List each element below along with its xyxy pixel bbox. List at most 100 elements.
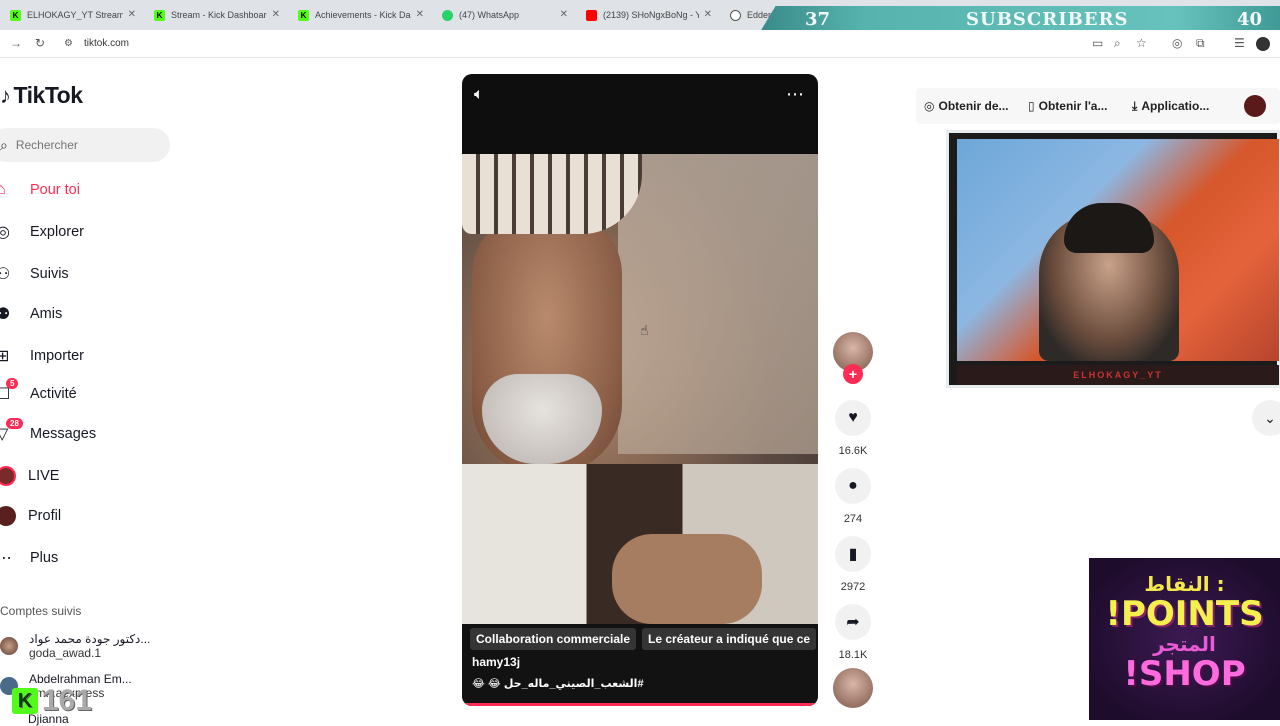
webcam-caption: ELHOKAGY_YT (957, 365, 1279, 385)
video-caption[interactable]: #الشعب_الصيني_ماله_حل 😂 😂 (472, 677, 644, 690)
profile-icon (0, 506, 16, 526)
forward-icon[interactable]: → (10, 36, 22, 50)
nav-suivis[interactable]: ⚇ Suivis (0, 256, 190, 292)
comment-button[interactable]: ● 274 (832, 468, 874, 525)
tab-whatsapp[interactable]: (47) WhatsApp ✕ (432, 2, 576, 28)
creator-disclosure-tag[interactable]: Le créateur a indiqué que ce (642, 628, 817, 650)
nav-importer[interactable]: ⊞ Importer (0, 338, 190, 374)
nav-activite[interactable]: ☐ 5 Activité (0, 376, 190, 412)
shop-arabic-label: المتجر (1153, 632, 1216, 656)
whatsapp-icon (442, 9, 453, 21)
nav-pour-toi[interactable]: ⌂ Pour toi (0, 172, 190, 208)
close-icon[interactable]: ✕ (704, 9, 712, 20)
search-icon[interactable]: ⌕ (0, 137, 8, 154)
close-icon[interactable]: ✕ (560, 9, 568, 20)
avatar (0, 637, 18, 655)
zoom-icon[interactable]: ⌕ (1114, 36, 1121, 51)
download-icon: ⤓ (1132, 98, 1138, 113)
more-options-icon[interactable]: ⋯ (786, 84, 804, 105)
follow-plus-icon[interactable]: + (843, 364, 863, 384)
comment-count: 274 (843, 513, 863, 525)
bookmark-star-icon[interactable]: ☆ (1136, 36, 1147, 50)
video-subject-headwear (462, 154, 642, 234)
profile-avatar-icon[interactable] (1256, 37, 1270, 51)
video-progress-bar[interactable] (462, 703, 818, 706)
search-box[interactable]: ⌕ (0, 128, 170, 162)
share-button[interactable]: ➦ 18.1K (832, 604, 874, 661)
share-count: 18.1K (838, 649, 868, 661)
get-app-button[interactable]: ▯ Obtenir l'a... (1028, 99, 1107, 113)
tab-youtube[interactable]: (2139) SHoNgxBoNg - Yo ✕ (576, 2, 720, 28)
tiktok-note-icon: ♪ (0, 82, 11, 108)
kick-icon: K (12, 688, 38, 714)
subscribers-label: SUBSCRIBERS (966, 8, 1129, 30)
comment-icon[interactable]: ● (835, 468, 871, 504)
tab-title: (47) WhatsApp (459, 10, 520, 20)
kick-count: 161 (42, 684, 93, 717)
live-icon (0, 466, 16, 486)
save-button[interactable]: ▮ 2972 (832, 536, 874, 593)
commercial-tag[interactable]: Collaboration commerciale (470, 628, 637, 650)
globe-icon (730, 9, 741, 21)
chevron-down-icon[interactable]: ⌄ (1252, 400, 1280, 436)
extensions-icon[interactable]: ⧉ (1196, 36, 1205, 51)
video-author[interactable]: hamy13j (472, 655, 520, 669)
tiktok-logo[interactable]: ♪ TikTok (0, 82, 83, 109)
profile-avatar[interactable] (1244, 95, 1266, 117)
youtube-icon (586, 9, 597, 21)
nav-explorer[interactable]: ◎ Explorer (0, 214, 190, 250)
reload-icon[interactable]: ↻ (35, 36, 45, 50)
search-input[interactable] (15, 138, 156, 152)
menu-icon[interactable]: ☰ (1234, 36, 1245, 50)
video-info: Collaboration commerciale Le créateur a … (462, 624, 818, 706)
nav-live[interactable]: LIVE (0, 458, 190, 494)
coin-icon: ◎ (924, 99, 935, 113)
subscribers-goal: 40 (1236, 8, 1262, 30)
shield-icon[interactable]: ◎ (1172, 36, 1182, 50)
volume-icon[interactable]: 🔈︎ (474, 86, 484, 104)
like-count: 16.6K (838, 445, 868, 457)
video-player[interactable]: 🔈︎ ⋯ Collaboration commerciale Le créate… (462, 74, 818, 706)
tab-achievements[interactable]: K Achievements - Kick Dash ✕ (288, 2, 432, 28)
hand-cursor-icon: ☝ (640, 322, 649, 338)
close-icon[interactable]: ✕ (272, 9, 280, 20)
sound-avatar-button[interactable] (832, 668, 874, 708)
url-field[interactable]: tiktok.com (84, 38, 129, 49)
creator-avatar-button[interactable]: + (832, 332, 874, 384)
video-subject-hand (612, 534, 762, 624)
share-icon[interactable]: ➦ (835, 604, 871, 640)
tab-kick-dashboard[interactable]: K Stream - Kick Dashboard ✕ (144, 2, 288, 28)
subscribers-current: 37 (805, 8, 831, 30)
account-name: دكتور جودة محمد عواد... (29, 632, 151, 646)
tab-title: ELHOKAGY_YT Stream - V (27, 10, 123, 20)
like-button[interactable]: ♥ 16.6K (832, 400, 874, 457)
get-coins-button[interactable]: ◎ Obtenir de... (924, 99, 1009, 113)
close-icon[interactable]: ✕ (416, 9, 424, 20)
compass-icon: ◎ (0, 224, 10, 241)
tab-title: Stream - Kick Dashboard (171, 10, 267, 20)
desktop-app-button[interactable]: ⤓ Applicatio... (1132, 99, 1209, 114)
avatar (833, 668, 873, 708)
points-arabic-label: النقاط : (1144, 572, 1225, 596)
cast-icon[interactable]: ▭ (1092, 36, 1103, 50)
heart-icon[interactable]: ♥ (835, 400, 871, 436)
close-icon[interactable]: ✕ (128, 9, 136, 20)
followed-accounts-title: Comptes suivis (0, 604, 82, 618)
home-icon: ⌂ (0, 181, 6, 198)
points-command: !POINTS (1105, 594, 1264, 634)
logo-text: TikTok (13, 82, 84, 108)
account-handle: goda_awad.1 (29, 646, 102, 660)
save-count: 2972 (840, 581, 866, 593)
tab-title: Achievements - Kick Dash (315, 10, 411, 20)
bookmark-icon[interactable]: ▮ (835, 536, 871, 572)
nav-profil[interactable]: Profil (0, 498, 190, 534)
following-icon: ⚇ (0, 266, 11, 283)
kick-icon: K (298, 9, 309, 21)
nav-amis[interactable]: ⚉ Amis (0, 296, 190, 332)
tab-elhokagy-stream[interactable]: K ELHOKAGY_YT Stream - V ✕ (0, 2, 144, 28)
nav-plus[interactable]: ⋯ Plus (0, 540, 190, 576)
followed-account[interactable]: دكتور جودة محمد عواد... goda_awad.1 (0, 632, 150, 660)
nav-messages[interactable]: ▽ 28 Messages (0, 416, 190, 452)
video-frame[interactable] (462, 154, 818, 624)
site-info-icon[interactable]: ⚙ (64, 38, 73, 49)
